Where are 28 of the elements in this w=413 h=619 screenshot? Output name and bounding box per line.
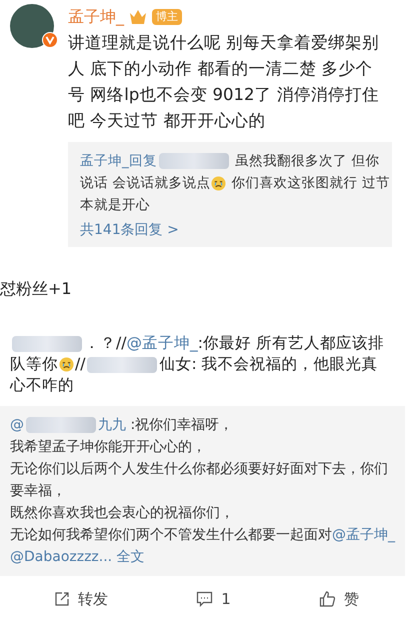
blurred-name [26, 417, 96, 434]
reply-count-link[interactable]: 共141条回复 > [80, 220, 380, 241]
thumbs-up-icon [318, 591, 336, 608]
comment-text: ．？//@孟子坤_:你最好 所有艺人都应该排队等你 // 仙女: 我不会祝福的，他眼光真心不咋的 [8, 333, 385, 396]
author-name[interactable]: 孟子坤_ [68, 5, 124, 29]
mention-link[interactable]: @孟子坤_ [126, 334, 198, 352]
blurred-name [12, 336, 82, 352]
mention-link[interactable]: @ [10, 417, 24, 433]
blurred-name [87, 356, 158, 373]
mention-link[interactable]: @Dabaozzzz... [10, 549, 112, 565]
quoted-post-text: @ 九九 :祝你们幸福呀， 我希望孟子坤你能开开心心的， 无论你们以后两个人发生什么你都必须要好好面对下去，你们要幸福， 既然你喜欢我也会衷心的祝福你们， 无论如何我希望你们两个不管发生什么都要一起面对@孟子坤_ @Dabaozzzz... 全文 [10, 416, 395, 567]
owner-badge: 博主 [152, 9, 182, 25]
repost-button[interactable]: 转发 [54, 588, 108, 610]
comment-button[interactable]: 1 [196, 588, 231, 610]
mention-link[interactable]: 全文 [116, 549, 145, 565]
mention-link[interactable]: @孟子坤_ [332, 527, 395, 543]
share-icon [54, 591, 70, 608]
caption-text: 怼粉丝+1 [0, 278, 73, 300]
comment-icon [196, 591, 214, 608]
user-link[interactable]: 孟子坤_回复 [80, 153, 157, 169]
avatar[interactable] [10, 4, 54, 48]
crying-face-icon [59, 357, 74, 372]
comment-text: 讲道理就是说什么呢 别每天拿着爱绑架别人 底下的小动作 都看的一清二楚 多少个号 网络lp也不会变 9012了 消停消停打住吧 今天过节 都开开心心的 [68, 32, 380, 132]
reply-text: 孟子坤_回复 虽然我翻很多次了 但你说话 会说话就多说点 你们喜欢这张图就行 过节本就是开心 [80, 152, 390, 215]
blurred-name [158, 153, 229, 170]
like-button[interactable]: 赞 [318, 588, 359, 610]
mention-link[interactable]: 九九 [98, 417, 126, 433]
crying-face-icon [211, 176, 226, 191]
